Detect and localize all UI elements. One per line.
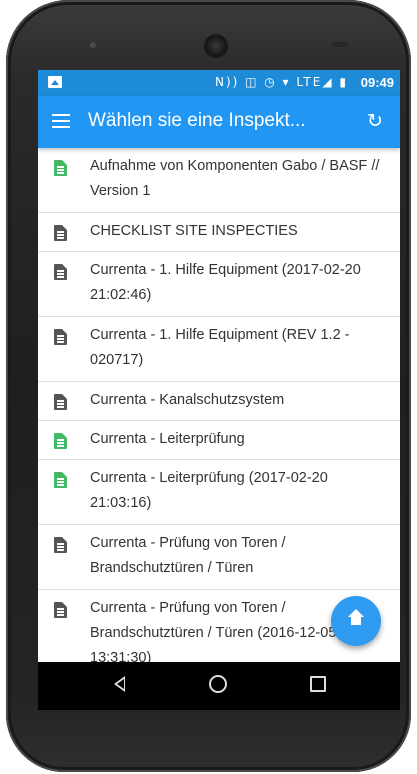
home-icon [348, 609, 364, 627]
list-item[interactable]: CHECKLIST SITE INSPECTIES [38, 213, 400, 252]
front-camera [90, 42, 96, 48]
document-icon [54, 225, 67, 241]
system-nav-bar [38, 662, 400, 710]
list-item-label: CHECKLIST SITE INSPECTIES [90, 223, 298, 239]
list-item[interactable]: Currenta - Leiterprüfung (2017-02-20 21:… [38, 460, 400, 525]
status-icons: N)) ◫ ◷ ▾ LTE◢ ▮ [214, 75, 348, 89]
list-item[interactable]: Currenta - 1. Hilfe Equipment (REV 1.2 -… [38, 317, 400, 382]
list-item-label: Currenta - 1. Hilfe Equipment (2017-02-2… [90, 262, 361, 303]
document-icon [54, 537, 67, 553]
home-fab-button[interactable] [331, 596, 381, 646]
document-icon [54, 329, 67, 345]
list-item-label: Currenta - Kanalschutzsystem [90, 392, 285, 408]
hamburger-menu-icon[interactable] [52, 114, 70, 128]
document-icon [54, 160, 67, 176]
document-icon [54, 472, 67, 488]
refresh-icon[interactable]: ↻ [364, 110, 386, 132]
list-item-label: Currenta - Prüfung von Toren / Brandschu… [90, 535, 286, 576]
document-icon [54, 433, 67, 449]
list-item-label: Currenta - Leiterprüfung (2017-02-20 21:… [90, 470, 328, 511]
inspection-list: Aufnahme von Komponenten Gabo / BASF // … [38, 148, 400, 666]
screen: N)) ◫ ◷ ▾ LTE◢ ▮ 09:49 Wählen sie eine I… [38, 70, 400, 710]
gallery-notification-icon [48, 76, 62, 88]
list-item[interactable]: Currenta - Prüfung von Toren / Brandschu… [38, 525, 400, 590]
back-icon[interactable] [114, 676, 125, 692]
list-item[interactable]: Aufnahme von Komponenten Gabo / BASF // … [38, 148, 400, 213]
list-item[interactable]: Currenta - 1. Hilfe Equipment (2017-02-2… [38, 252, 400, 317]
document-icon [54, 602, 67, 618]
proximity-sensor [332, 42, 348, 47]
list-item-label: Currenta - Leiterprüfung [90, 431, 245, 447]
document-icon [54, 264, 67, 280]
earpiece-speaker [204, 34, 228, 58]
status-time: 09:49 [360, 75, 394, 90]
list-item-label: Aufnahme von Komponenten Gabo / BASF // … [90, 158, 380, 199]
app-bar: Wählen sie eine Inspekt... ↻ [38, 96, 400, 148]
status-bar: N)) ◫ ◷ ▾ LTE◢ ▮ 09:49 [38, 70, 400, 96]
list-item[interactable]: Currenta - Leiterprüfung [38, 421, 400, 460]
recents-icon[interactable] [310, 676, 326, 692]
page-title: Wählen sie eine Inspekt... [88, 110, 306, 131]
list-item-label: Currenta - 1. Hilfe Equipment (REV 1.2 -… [90, 327, 350, 368]
list-item[interactable]: Currenta - Kanalschutzsystem [38, 382, 400, 421]
document-icon [54, 394, 67, 410]
home-circle-icon[interactable] [209, 675, 227, 693]
